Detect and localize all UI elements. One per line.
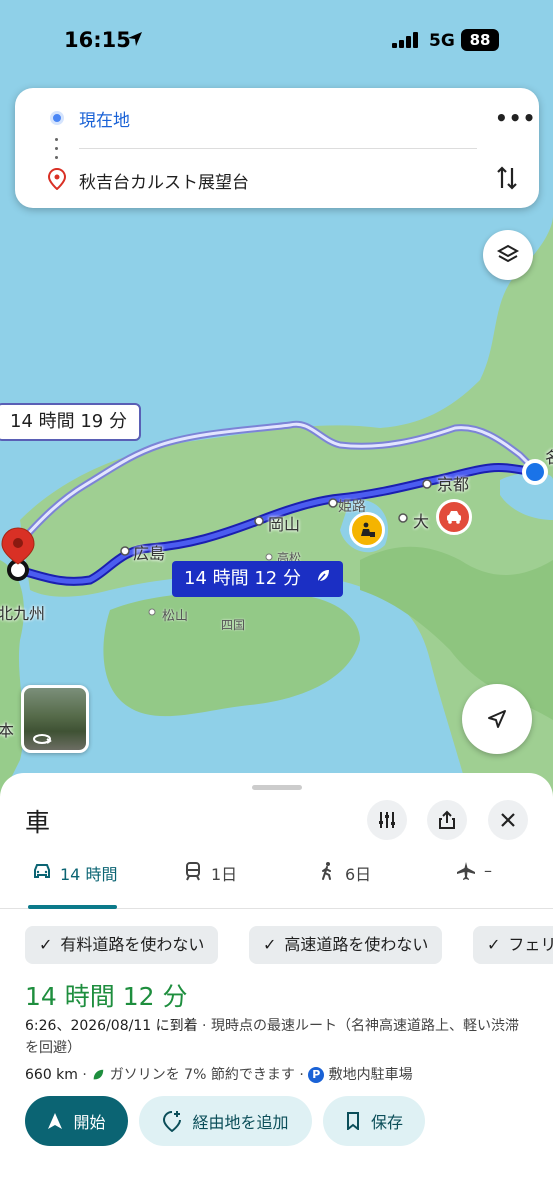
main-route-time-text: 14 時間 12 分 — [184, 568, 301, 589]
traffic-incident-icon[interactable] — [436, 499, 472, 535]
status-time: 16:15 — [64, 28, 131, 52]
travel-mode-title: 車 — [25, 808, 51, 837]
status-bar: 16:15 5G 88 — [0, 0, 553, 80]
add-location-icon — [163, 1111, 182, 1132]
start-button[interactable]: 開始 — [25, 1096, 128, 1146]
tune-icon — [379, 812, 395, 828]
check-icon: ✓ — [487, 935, 501, 954]
walk-icon — [322, 862, 331, 880]
directions-card: 現在地 ••• 秋吉台カルスト展望台 — [15, 88, 539, 208]
chip-avoid-ferries[interactable]: ✓ フェリ — [473, 926, 553, 964]
city-label-hiroshima: 広島 — [133, 544, 166, 563]
save-button[interactable]: 保存 — [323, 1096, 425, 1146]
navigation-icon — [48, 1113, 63, 1129]
chip-avoid-tolls-label: 有料道路を使わない — [60, 935, 205, 954]
route-connector — [55, 138, 59, 168]
rotate-360-icon — [33, 734, 52, 744]
origin-dot-icon — [50, 111, 64, 125]
city-label-kitakyushu: 北九州 — [0, 604, 46, 623]
tab-flight[interactable]: – — [456, 861, 492, 909]
navigation-arrow-icon — [488, 710, 506, 728]
my-location-button[interactable] — [462, 684, 532, 754]
check-icon: ✓ — [263, 935, 277, 954]
route-details: 6:26、2026/08/11 に到着 · 現時点の最速ルート（名神高速道路上、… — [25, 1015, 525, 1059]
arrival-time: 6:26、2026/08/11 に到着 — [25, 1018, 198, 1034]
street-view-thumbnail[interactable] — [21, 685, 89, 753]
active-tab-indicator — [28, 905, 117, 909]
route-options-button[interactable] — [367, 800, 407, 840]
city-label-kyoto: 京都 — [437, 475, 470, 494]
city-label-nagoya: 名 — [545, 444, 553, 468]
main-route-time-label[interactable]: 14 時間 12 分 — [172, 561, 343, 597]
train-icon — [186, 862, 200, 881]
share-icon — [439, 810, 455, 829]
sheet-handle[interactable] — [252, 785, 302, 790]
more-options-icon[interactable]: ••• — [495, 106, 536, 130]
car-icon — [34, 864, 50, 878]
directions-sheet: 車 14 時間 1日 6日 – ✓ 有料道路を使わない ✓ 高速道路を使わない ✓ フ… — [0, 773, 553, 1200]
fuel-savings: ガソリンを 7% 節約できます — [109, 1067, 295, 1083]
eco-leaf-icon — [315, 561, 331, 597]
eco-leaf-icon — [93, 1069, 104, 1080]
construction-alert-icon[interactable] — [349, 512, 385, 548]
signal-bars-icon — [392, 32, 418, 48]
battery-indicator: 88 — [461, 29, 499, 51]
add-stop-button-label: 経由地を追加 — [192, 1113, 289, 1132]
city-label-matsuyama: 松山 — [162, 609, 189, 624]
origin-field[interactable]: 現在地 — [79, 106, 130, 131]
route-meta: 660 km · ガソリンを 7% 節約できます · P 敷地内駐車場 — [25, 1067, 413, 1083]
tab-flight-label: – — [484, 861, 492, 880]
tab-car[interactable]: 14 時間 — [32, 861, 117, 909]
check-icon: ✓ — [39, 935, 53, 954]
travel-mode-tabs: 14 時間 1日 6日 – — [0, 861, 553, 909]
chip-avoid-ferries-label: フェリ — [508, 935, 553, 954]
location-arrow-icon — [128, 32, 142, 46]
add-stop-button[interactable]: 経由地を追加 — [139, 1096, 312, 1146]
bookmark-icon — [346, 1112, 359, 1130]
chip-avoid-highways[interactable]: ✓ 高速道路を使わない — [249, 926, 443, 964]
city-label-shikoku: 四国 — [221, 618, 246, 632]
tab-walk-label: 6日 — [345, 865, 372, 884]
destination-field[interactable]: 秋吉台カルスト展望台 — [79, 168, 249, 193]
destination-marker-icon — [48, 168, 66, 190]
parking-info: 敷地内駐車場 — [328, 1067, 413, 1083]
chip-avoid-highways-label: 高速道路を使わない — [284, 935, 429, 954]
route-duration: 14 時間 12 分 — [25, 982, 188, 1011]
alt-route-time-label[interactable]: 14 時間 19 分 — [0, 403, 141, 441]
route-distance: 660 km — [25, 1067, 78, 1083]
tab-transit[interactable]: 1日 — [183, 861, 237, 909]
swap-icon[interactable] — [496, 164, 518, 192]
city-label-kumamoto: 本 — [0, 721, 15, 740]
parking-icon: P — [308, 1067, 325, 1083]
save-button-label: 保存 — [370, 1113, 403, 1132]
city-label-okayama: 岡山 — [268, 515, 301, 534]
start-button-label: 開始 — [73, 1113, 106, 1132]
city-label-osaka: 大 — [413, 512, 430, 531]
close-button[interactable] — [488, 800, 528, 840]
tab-car-label: 14 時間 — [60, 865, 118, 884]
plane-icon — [457, 862, 475, 880]
layers-button[interactable] — [483, 230, 533, 280]
share-button[interactable] — [427, 800, 467, 840]
layers-icon — [496, 244, 520, 263]
tab-walk[interactable]: 6日 — [317, 861, 371, 909]
close-icon — [501, 813, 515, 827]
network-type: 5G — [429, 31, 455, 51]
tab-transit-label: 1日 — [211, 865, 238, 884]
divider — [79, 148, 477, 149]
chip-avoid-tolls[interactable]: ✓ 有料道路を使わない — [25, 926, 219, 964]
